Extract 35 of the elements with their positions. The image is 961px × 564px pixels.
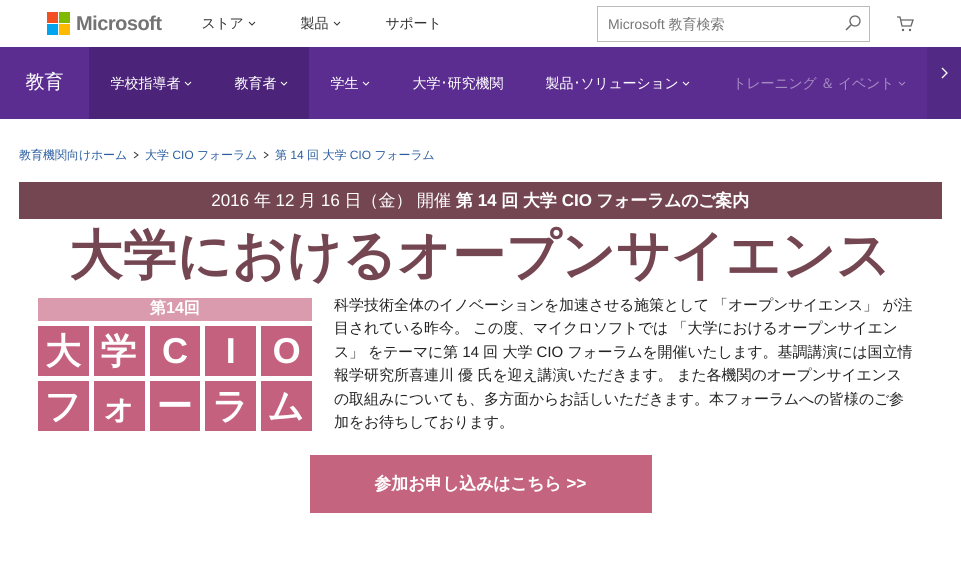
logo-tile: 学 xyxy=(94,326,145,376)
nav-item[interactable]: 教育者 xyxy=(213,47,310,119)
breadcrumb-link[interactable]: 大学 CIO フォーラム xyxy=(145,146,258,164)
nav-item[interactable]: 学生 xyxy=(309,47,392,119)
logo-tile: 大 xyxy=(38,326,89,376)
cart-icon[interactable] xyxy=(896,16,914,32)
chevron-right-icon xyxy=(940,67,948,79)
headline: 大学におけるオープンサイエンス xyxy=(68,224,892,287)
nav-title: 教育 xyxy=(24,70,65,95)
logo-tile: フ xyxy=(38,380,89,431)
logo-tile: C xyxy=(150,326,200,376)
chevron-right-icon xyxy=(263,151,270,159)
nav-item[interactable]: 学校指導者 xyxy=(89,47,214,119)
logo-tile: ー xyxy=(150,380,200,431)
header-menu-item[interactable]: 製品 xyxy=(300,13,340,34)
nav-item[interactable]: 製品･ソリューション xyxy=(524,47,712,119)
logo-tile: ラ xyxy=(205,380,256,431)
chevron-right-icon xyxy=(133,151,139,159)
logo-tile: ォ xyxy=(94,380,145,431)
register-button[interactable]: 参加お申し込みはこちら >> xyxy=(310,454,652,513)
header-menu-item[interactable]: サポート xyxy=(386,13,442,34)
banner-text: 2016 年 12 月 16 日（金） 開催 第 14 回 大学 CIO フォーラムのご案内 xyxy=(211,190,750,212)
breadcrumb-link[interactable]: 教育機関向けホーム xyxy=(19,146,127,164)
breadcrumb-link[interactable]: 第 14 回 大学 CIO フォーラム xyxy=(275,146,434,164)
logo-icon xyxy=(47,12,70,35)
logo-banner: 第14回 xyxy=(38,298,312,321)
logo-tile: ム xyxy=(261,380,312,431)
nav-item[interactable]: 大学･研究機関 xyxy=(391,47,524,119)
logo-tile: O xyxy=(261,326,312,376)
header-menu-item[interactable]: ストア xyxy=(202,13,256,34)
search-icon[interactable] xyxy=(844,14,862,32)
logo-tile: I xyxy=(205,326,256,376)
description-paragraph: 科学技術全体のイノベーションを加速させる施策として 「オープンサイエンス」 が注目されている昨今。 この度、マイクロソフトでは 「大学におけるオープンサイエンス」 をテーマに第 14 回 大学 CIO フォーラムを開催いたします。基調講演には国立情報学研究所喜連川 優 氏を迎え講演いただきます。 また各機関のオープンサイエンスの取組みについても、多方面からお話しいただきます。本フォーラムへの皆様のご参加をお待ちしております。 xyxy=(334,296,914,434)
search-field[interactable]: Microsoft 教育検索 xyxy=(597,6,870,42)
brand-name: Microsoft xyxy=(76,12,162,36)
